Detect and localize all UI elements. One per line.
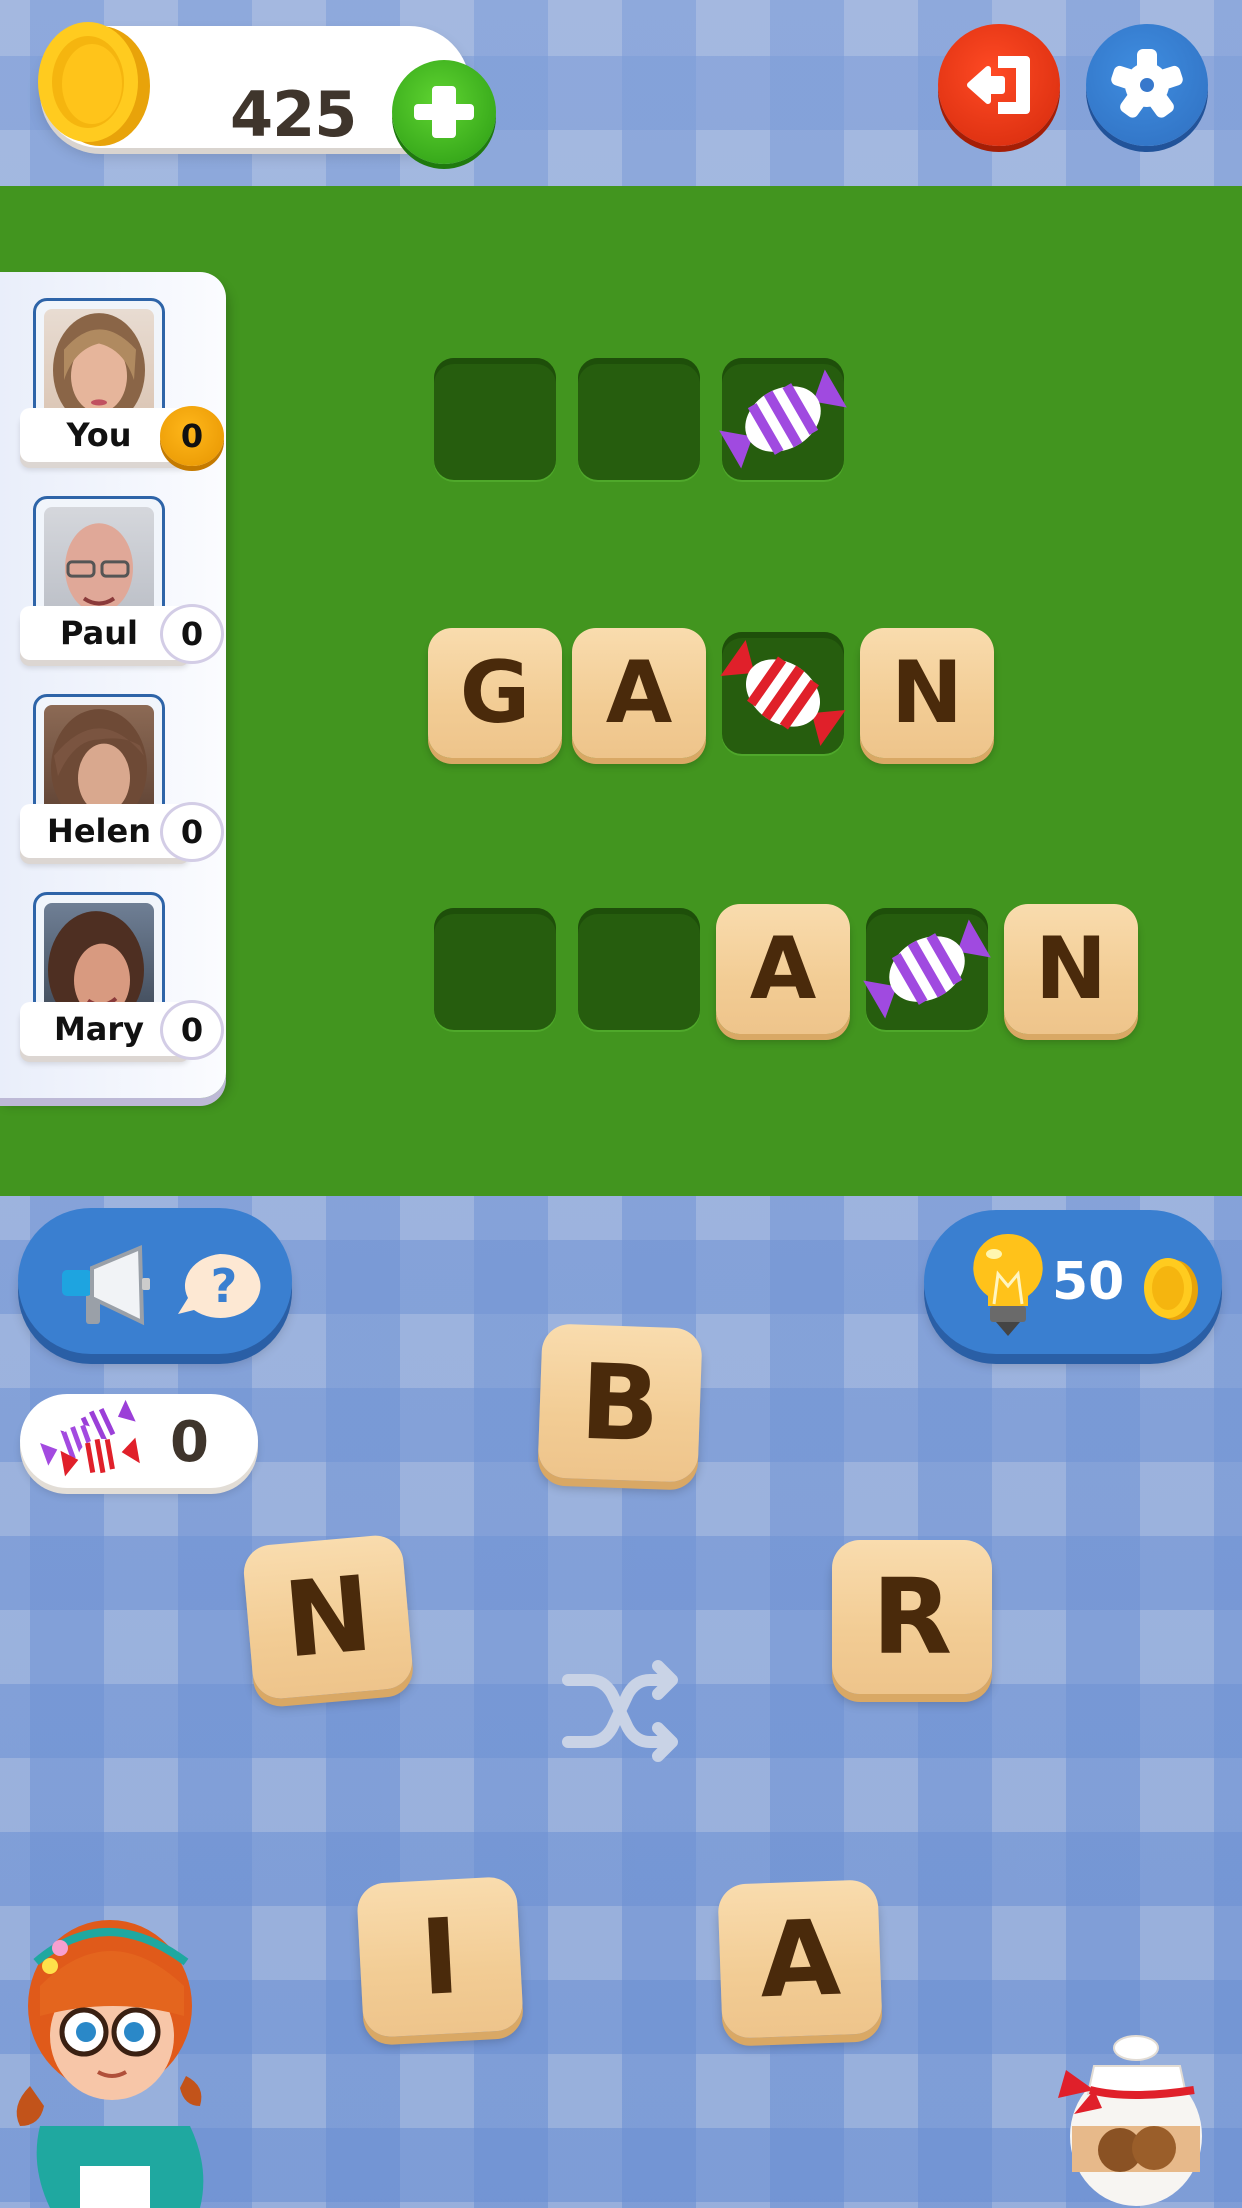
player-score: 0 [160, 604, 224, 664]
word-board: You 0 Paul 0 Helen 0 Mary 0 G A N A N [0, 186, 1242, 1196]
empty-slot [434, 908, 556, 1030]
board-letter-tile: A [572, 628, 706, 758]
player-score: 0 [160, 802, 224, 862]
player-card: You 0 [20, 298, 226, 476]
letter-tile-b[interactable]: B [537, 1323, 703, 1483]
cookie-jar-icon[interactable] [1044, 2018, 1214, 2208]
gold-coin-icon [1144, 1258, 1198, 1320]
gear-icon [1111, 49, 1183, 118]
add-coins-button[interactable] [392, 60, 496, 164]
board-letter-tile: G [428, 628, 562, 758]
candy-count: 0 [170, 1410, 209, 1475]
exit-door-icon [967, 56, 1030, 114]
coin-count: 425 [230, 78, 357, 151]
player-score: 0 [160, 406, 224, 466]
letter-tile-a[interactable]: A [717, 1879, 883, 2039]
empty-slot [434, 358, 556, 480]
question-bubble-icon: ? [178, 1253, 261, 1318]
plus-icon [414, 86, 474, 138]
candy-counter: 0 [20, 1394, 258, 1488]
ask-friends-button[interactable]: ? [18, 1208, 292, 1354]
player-card: Paul 0 [20, 496, 226, 674]
letter-tile-r[interactable]: R [832, 1540, 992, 1694]
empty-slot [578, 358, 700, 480]
settings-button[interactable] [1086, 24, 1208, 146]
hint-button[interactable]: 50 [924, 1210, 1222, 1354]
empty-slot [578, 908, 700, 1030]
girl-mascot [16, 1920, 204, 2208]
board-letter-tile: N [1004, 904, 1138, 1034]
exit-button[interactable] [938, 24, 1060, 146]
candies-icon [40, 1399, 140, 1477]
lightbulb-icon [973, 1233, 1043, 1336]
letter-tile-n[interactable]: N [241, 1533, 415, 1701]
letter-tile-i[interactable]: I [356, 1875, 524, 2039]
players-panel: You 0 Paul 0 Helen 0 Mary 0 [0, 272, 226, 1098]
megaphone-icon [62, 1245, 150, 1326]
board-letter-tile: A [716, 904, 850, 1034]
player-card: Mary 0 [20, 892, 226, 1070]
player-card: Helen 0 [20, 694, 226, 872]
player-score: 0 [160, 1000, 224, 1060]
hint-cost: 50 [1052, 1252, 1125, 1312]
svg-text:?: ? [211, 1259, 238, 1313]
shuffle-icon[interactable] [560, 1656, 680, 1766]
board-letter-tile: N [860, 628, 994, 758]
gold-coin-icon [38, 22, 150, 146]
